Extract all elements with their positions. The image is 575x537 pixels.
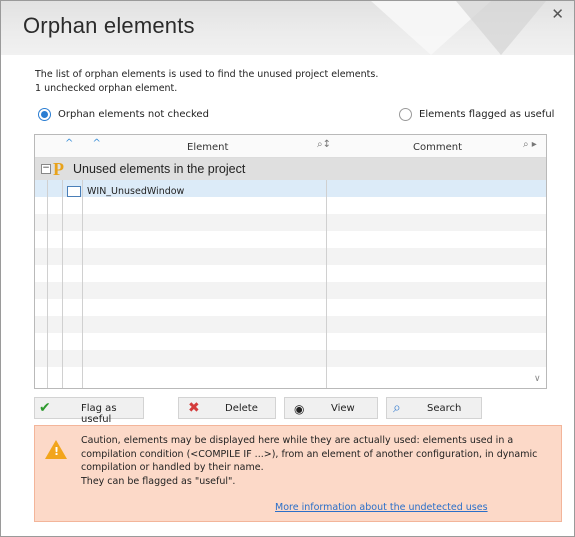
table-row [35, 265, 546, 282]
table-row [35, 214, 546, 231]
column-divider [326, 180, 327, 388]
table-row [35, 248, 546, 265]
orphan-count: 1 unchecked orphan element. [35, 83, 178, 94]
radio-label: Orphan elements not checked [58, 109, 209, 120]
vertical-scrollbar[interactable]: ∨ [529, 158, 546, 388]
window-icon [67, 186, 81, 197]
description: The list of orphan elements is used to f… [35, 68, 378, 96]
warning-line: compilation condition (<COMPILE IF ...>)… [81, 448, 538, 460]
radio-unselected-icon[interactable] [399, 108, 412, 121]
title-bar: Orphan elements ✕ [1, 1, 574, 55]
project-icon: P [53, 159, 64, 179]
table-row-element[interactable]: WIN_UnusedWindow [67, 186, 184, 197]
delete-button[interactable]: ✖ Delete [178, 397, 276, 419]
group-row[interactable]: − P Unused elements in the project [35, 158, 546, 180]
checkmark-icon: ✔ [39, 400, 51, 416]
warning-line: They can be flagged as "useful". [81, 475, 236, 487]
column-divider [82, 180, 83, 388]
table-row [35, 367, 546, 384]
radio-orphans-not-checked[interactable]: Orphan elements not checked [38, 108, 209, 121]
warning-line: Caution, elements may be displayed here … [81, 435, 514, 446]
search-icon[interactable]: ⌕↕ [317, 139, 331, 150]
magnifier-icon: ⌕ [393, 400, 401, 416]
orphan-elements-dialog: Orphan elements ✕ The list of orphan ele… [0, 0, 575, 537]
warning-panel: ! Caution, elements may be displayed her… [34, 425, 562, 522]
table-row [35, 299, 546, 316]
table-row [35, 316, 546, 333]
orphan-table: ^ ^ Element ⌕↕ Comment ⌕ ▸ − P Unused el… [34, 134, 547, 389]
table-row [35, 231, 546, 248]
delete-icon: ✖ [188, 400, 200, 416]
sort-icon[interactable]: ^ ^ [65, 138, 109, 149]
column-header-comment[interactable]: Comment [413, 142, 462, 153]
table-row [35, 282, 546, 299]
title-decoration [456, 1, 546, 55]
warning-icon-mark: ! [54, 445, 60, 458]
collapse-icon[interactable]: − [41, 164, 51, 174]
eye-icon: ◉ [294, 402, 305, 416]
more-info-link[interactable]: More information about the undetected us… [275, 502, 488, 513]
radio-flagged-useful[interactable]: Elements flagged as useful [399, 108, 554, 121]
flag-as-useful-button[interactable]: ✔ Flag as useful [34, 397, 144, 425]
dialog-title: Orphan elements [23, 13, 195, 38]
search-icon[interactable]: ⌕ ▸ [523, 139, 537, 150]
table-header: ^ ^ Element ⌕↕ Comment ⌕ ▸ [35, 135, 546, 158]
table-row [35, 333, 546, 350]
table-row [35, 197, 546, 214]
view-button[interactable]: ◉ View [284, 397, 378, 419]
table-rows [35, 180, 546, 388]
radio-selected-icon[interactable] [38, 108, 51, 121]
element-name: WIN_UnusedWindow [87, 186, 185, 197]
table-row [35, 350, 546, 367]
column-divider [62, 180, 63, 388]
description-line: The list of orphan elements is used to f… [35, 69, 379, 80]
warning-text: Caution, elements may be displayed here … [81, 434, 551, 488]
column-header-element[interactable]: Element [187, 142, 228, 153]
search-button[interactable]: ⌕ Search [386, 397, 482, 419]
warning-line: compilation or handled by their name. [81, 462, 264, 473]
group-label: Unused elements in the project [73, 162, 246, 176]
column-divider [47, 180, 48, 388]
close-icon[interactable]: ✕ [551, 5, 564, 23]
radio-label: Elements flagged as useful [419, 109, 555, 120]
scroll-down-icon[interactable]: ∨ [534, 374, 541, 384]
